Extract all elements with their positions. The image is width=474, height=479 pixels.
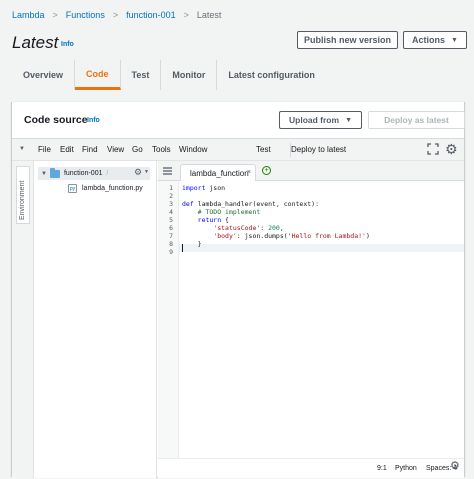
breadcrumb-current: Latest (196, 10, 222, 20)
code-editor-ide: ▼ File Edit Find View Go Tools Window Te… (12, 138, 464, 478)
menu-tools[interactable]: Tools (152, 145, 171, 154)
code-line: } (182, 240, 202, 248)
line-number: 3 (169, 200, 173, 208)
tab-latest-configuration[interactable]: Latest configuration (217, 60, 326, 90)
tab-test[interactable]: Test (121, 60, 162, 90)
code-line: return { (197, 216, 229, 224)
line-number: 9 (169, 248, 173, 256)
gear-icon[interactable]: ⚙ (134, 167, 142, 178)
code-source-title: Code source (24, 114, 88, 126)
menu-deploy-to-latest[interactable]: Deploy to latest (291, 145, 346, 154)
menu-file[interactable]: File (38, 145, 51, 154)
tab-code[interactable]: Code (75, 60, 121, 90)
breadcrumb-functions[interactable]: Functions (66, 10, 105, 20)
editor-tab-label: lambda_function (190, 168, 249, 178)
upload-from-button[interactable]: Upload from ▼ (279, 111, 362, 129)
line-number-gutter: 1 2 3 4 5 6 7 8 9 (158, 181, 179, 458)
code-source-info-link[interactable]: Info (87, 117, 100, 124)
line-number: 4 (169, 208, 173, 216)
actions-button-label: Actions (412, 35, 446, 45)
actions-button[interactable]: Actions ▼ (403, 31, 467, 49)
code-line: def lambda_handler(event, context): (182, 200, 319, 208)
page-title: Latest (12, 33, 59, 52)
chevron-right-icon: > (183, 10, 189, 20)
active-line-highlight (179, 244, 464, 252)
publish-button-label: Publish new version (303, 35, 392, 45)
tree-file-lambda-function[interactable]: py lambda_function.py (68, 183, 143, 194)
editor-tabbar: lambda_function × + (158, 161, 464, 181)
folder-suffix: / (106, 170, 109, 177)
add-tab-icon[interactable]: + (262, 166, 271, 175)
expand-arrow-icon[interactable]: ▼ (41, 171, 47, 177)
line-number: 5 (169, 216, 173, 224)
environment-tab[interactable]: Environment (16, 166, 30, 224)
breadcrumb-function-001[interactable]: function-001 (126, 10, 176, 20)
file-name: lambda_function.py (82, 185, 143, 192)
menu-window[interactable]: Window (179, 145, 207, 154)
code-line: 'body': json.dumps('Hello from Lambda!') (213, 232, 370, 240)
gear-icon[interactable]: ⚙ (450, 461, 460, 472)
folder-icon (49, 167, 60, 178)
menu-view[interactable]: View (107, 145, 124, 154)
gear-icon[interactable]: ⚙ (445, 142, 458, 156)
collapse-arrow-icon[interactable]: ▼ (19, 146, 25, 152)
code-line: import json (182, 184, 226, 192)
line-number: 6 (169, 224, 173, 232)
ide-menubar: ▼ File Edit Find View Go Tools Window Te… (12, 139, 464, 161)
upload-button-label: Upload from (289, 115, 340, 125)
language-mode[interactable]: Python (395, 465, 417, 472)
line-number: 2 (169, 192, 173, 200)
fullscreen-icon[interactable] (427, 143, 439, 155)
editor-tab-lambda-function[interactable]: lambda_function × (180, 164, 256, 181)
breadcrumb: Lambda > Functions > function-001 > Late… (12, 9, 221, 21)
tab-list-icon[interactable] (163, 167, 172, 175)
file-tree: ▼ function-001 / ⚙ ▼ py lambda_function.… (34, 161, 157, 478)
menu-edit[interactable]: Edit (60, 145, 74, 154)
close-icon[interactable]: × (247, 169, 251, 176)
menu-go[interactable]: Go (132, 145, 143, 154)
environment-tab-label: Environment (19, 180, 26, 220)
cursor-position[interactable]: 9:1 (377, 465, 387, 472)
caret-down-icon[interactable]: ▼ (144, 169, 149, 175)
chevron-right-icon: > (112, 10, 119, 20)
caret-down-icon: ▼ (451, 36, 458, 44)
caret-down-icon: ▼ (345, 116, 352, 124)
function-tabs: Overview Code Test Monitor Latest config… (12, 60, 326, 90)
chevron-right-icon: > (52, 10, 58, 20)
tab-overview[interactable]: Overview (12, 60, 76, 90)
code-line: 'statusCode': 200, (213, 224, 284, 232)
publish-new-version-button[interactable]: Publish new version (297, 31, 398, 49)
deploy-as-latest-button[interactable]: Deploy as latest (368, 111, 465, 129)
menu-test[interactable]: Test (256, 145, 271, 154)
breadcrumb-lambda[interactable]: Lambda (12, 10, 45, 20)
text-cursor (182, 244, 183, 252)
menu-find[interactable]: Find (82, 145, 98, 154)
code-text-area[interactable]: import json def lambda_handler(event, co… (179, 181, 464, 458)
python-file-icon: py (68, 184, 77, 193)
folder-name: function-001 (63, 170, 103, 177)
code-source-panel: Code source Info Upload from ▼ Deploy as… (12, 101, 465, 478)
line-number: 1 (169, 184, 173, 192)
line-number: 7 (169, 232, 173, 240)
environment-sidebar: Environment (12, 161, 34, 478)
deploy-button-label: Deploy as latest (384, 115, 449, 125)
editor-pane: lambda_function × + 1 2 3 4 5 6 7 8 9 im… (158, 161, 464, 478)
tab-monitor[interactable]: Monitor (161, 60, 218, 90)
line-number: 8 (169, 240, 173, 248)
code-line: # TODO implement (182, 208, 261, 216)
info-link[interactable]: Info (61, 41, 74, 48)
editor-statusbar: 9:1 Python Spaces: 4 ⚙ (158, 458, 464, 478)
